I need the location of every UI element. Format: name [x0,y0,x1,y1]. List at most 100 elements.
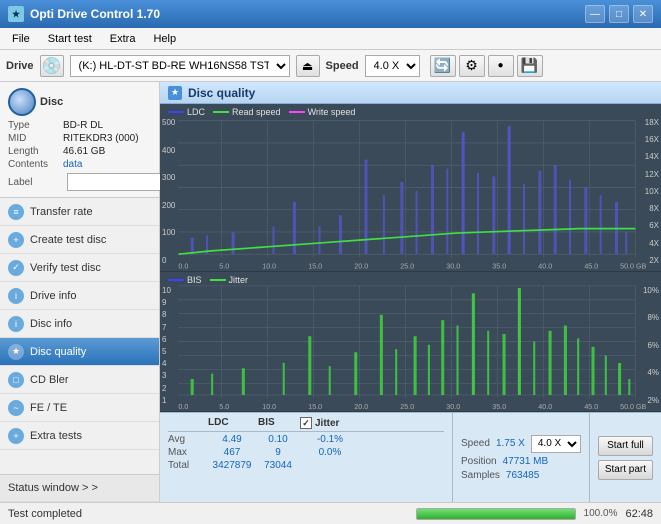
speed-position-panel: Speed 1.75 X 4.0 X Position 47731 MB Sam… [452,413,589,502]
disc-icon [8,88,36,116]
transfer-rate-label: Transfer rate [30,206,93,218]
disc-panel: Disc Type BD-R DL MID RITEKDR3 (000) Len… [0,82,159,198]
chart1-legend: LDC Read speed Write speed [168,107,355,117]
disc-contents-label: Contents [8,159,63,170]
write-color [289,111,305,113]
titlebar-left: ★ Opti Drive Control 1.70 [8,6,160,22]
disc-length-label: Length [8,146,63,157]
minimize-button[interactable]: — [585,5,605,23]
refresh-button[interactable]: 🔄 [430,55,456,77]
record-button[interactable]: ● [488,55,514,77]
samples-value: 763485 [506,470,539,481]
speed-select-stats[interactable]: 4.0 X [531,435,581,453]
menu-help[interactable]: Help [145,31,184,47]
speed-select[interactable]: 4.0 X 2.0 X 6.0 X 8.0 X [365,55,420,77]
svg-text:0.0: 0.0 [178,261,188,270]
cd-bler-icon: □ [8,372,24,388]
speed-label: Speed [461,438,490,449]
svg-text:15.0: 15.0 [308,261,322,270]
drive-select[interactable]: (K:) HL-DT-ST BD-RE WH16NS58 TST4 [70,55,290,77]
legend-jitter: Jitter [210,275,249,285]
position-label: Position [461,456,497,467]
disc-info-icon: i [8,316,24,332]
stats-panel: LDC BIS ✓ Jitter Avg 4.49 0. [160,412,661,502]
start-full-button[interactable]: Start full [598,436,653,456]
disc-quality-title: Disc quality [188,86,255,100]
menu-file[interactable]: File [4,31,38,47]
sidebar-item-drive-info[interactable]: i Drive info [0,282,159,310]
main-layout: Disc Type BD-R DL MID RITEKDR3 (000) Len… [0,82,661,502]
legend-write: Write speed [289,107,356,117]
extra-tests-icon: + [8,428,24,444]
disc-contents-value: data [63,159,82,170]
legend-ldc: LDC [168,107,205,117]
app-title: Opti Drive Control 1.70 [30,7,160,21]
status-text: Test completed [8,508,408,520]
transfer-rate-icon: ≡ [8,204,24,220]
cd-bler-label: CD Bler [30,374,69,386]
svg-text:10.0: 10.0 [262,402,276,411]
extra-tests-label: Extra tests [30,430,82,442]
stats-table-container: LDC BIS ✓ Jitter Avg 4.49 0. [160,413,452,502]
legend-ldc-label: LDC [187,107,205,117]
app-icon: ★ [8,6,24,22]
create-test-disc-label: Create test disc [30,234,106,246]
speed-value: 1.75 X [496,438,525,449]
start-part-button[interactable]: Start part [598,460,653,480]
settings-button[interactable]: ⚙ [459,55,485,77]
svg-text:0.0: 0.0 [178,402,188,411]
ldc-color [168,111,184,113]
sidebar-item-create-test-disc[interactable]: + Create test disc [0,226,159,254]
eject-button[interactable]: ⏏ [296,55,320,77]
nav-items: ≡ Transfer rate + Create test disc ✓ Ver… [0,198,159,474]
close-button[interactable]: ✕ [633,5,653,23]
sidebar-item-disc-info[interactable]: i Disc info [0,310,159,338]
disc-contents-row: Contents data [8,159,151,170]
legend-read: Read speed [213,107,281,117]
chart-ldc: LDC Read speed Write speed 500 400 300 [160,104,661,272]
sidebar-item-fe-te[interactable]: ~ FE / TE [0,394,159,422]
status-time: 62:48 [625,508,653,520]
chart1-svg: 0.0 5.0 10.0 15.0 20.0 25.0 30.0 35.0 40… [160,104,661,271]
menu-start-test[interactable]: Start test [40,31,100,47]
svg-text:45.0: 45.0 [584,402,598,411]
position-row: Position 47731 MB [461,456,581,467]
sidebar-item-verify-test-disc[interactable]: ✓ Verify test disc [0,254,159,282]
svg-text:40.0: 40.0 [538,261,552,270]
status-window-label: Status window > > [8,482,98,494]
sidebar: Disc Type BD-R DL MID RITEKDR3 (000) Len… [0,82,160,502]
svg-text:30.0: 30.0 [446,261,460,270]
menubar: File Start test Extra Help [0,28,661,50]
svg-text:5.0: 5.0 [219,402,229,411]
disc-quality-icon: ★ [8,344,24,360]
sidebar-item-cd-bler[interactable]: □ CD Bler [0,366,159,394]
chart1-y-axis-right: 18X 16X 14X 12X 10X 8X 6X 4X 2X [645,118,659,265]
jitter-checkbox[interactable]: ✓ [300,417,312,429]
avg-label: Avg [168,434,206,445]
svg-text:25.0: 25.0 [400,402,414,411]
disc-mid-value: RITEKDR3 (000) [63,133,139,144]
sidebar-item-disc-quality[interactable]: ★ Disc quality [0,338,159,366]
bis-avg: 0.10 [258,434,298,445]
sidebar-item-extra-tests[interactable]: + Extra tests [0,422,159,450]
svg-text:20.0: 20.0 [354,261,368,270]
read-color [213,111,229,113]
bis-max: 9 [258,447,298,458]
statusbar: Test completed 100.0% 62:48 [0,502,661,524]
legend-read-label: Read speed [232,107,281,117]
sidebar-item-status-window[interactable]: Status window > > [0,474,159,502]
sidebar-item-transfer-rate[interactable]: ≡ Transfer rate [0,198,159,226]
jitter-max: 0.0% [300,447,360,458]
disc-mid-row: MID RITEKDR3 (000) [8,133,151,144]
chart-bis: BIS Jitter 10 9 8 7 6 5 4 3 2 [160,272,661,412]
disc-type-label: Type [8,120,63,131]
bis-header: BIS [258,417,298,429]
legend-bis: BIS [168,275,202,285]
bis-total: 73044 [258,460,298,471]
svg-text:35.0: 35.0 [492,261,506,270]
speed-row: Speed 1.75 X 4.0 X [461,435,581,453]
menu-extra[interactable]: Extra [102,31,144,47]
save-button[interactable]: 💾 [517,55,543,77]
maximize-button[interactable]: □ [609,5,629,23]
toolbar-buttons: 🔄 ⚙ ● 💾 [430,55,543,77]
